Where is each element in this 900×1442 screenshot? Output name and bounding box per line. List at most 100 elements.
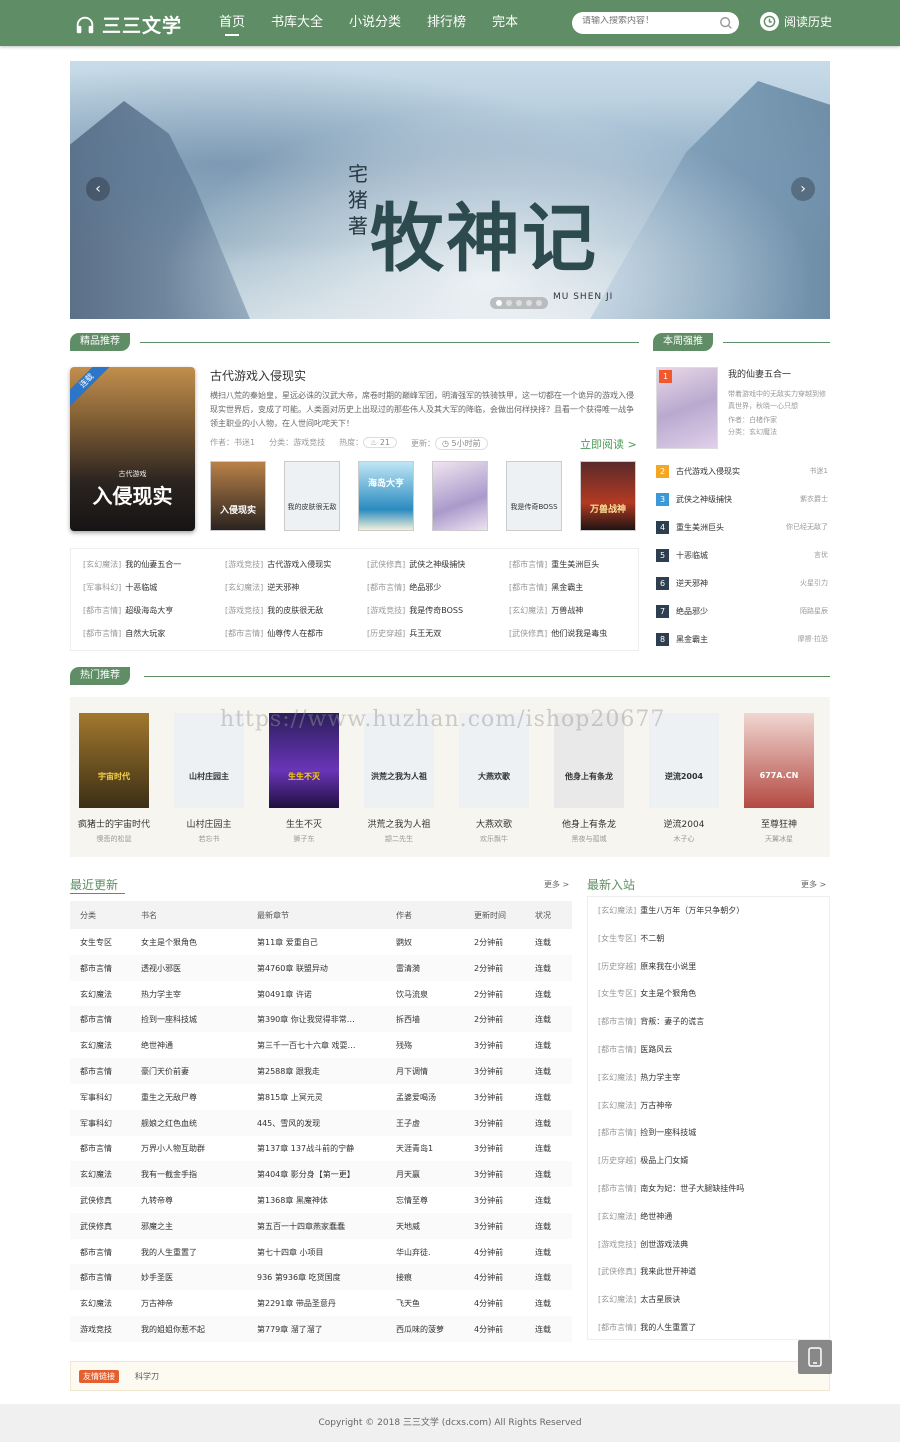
ranking-row[interactable]: 5 十恶临城 言优 xyxy=(656,549,830,563)
list-item[interactable]: [历史穿越] 兵王无双 xyxy=(367,628,509,639)
ranking-row[interactable]: 7 绝品邪少 陌路星辰 xyxy=(656,605,830,619)
ranking-title[interactable]: 逆天邪神 xyxy=(676,578,708,589)
banner-prev-icon[interactable]: ‹ xyxy=(86,177,110,201)
row-book-name[interactable]: 妙手圣医 xyxy=(141,1272,253,1283)
hot-book[interactable]: 山村庄园主 山村庄园主 若忘书 xyxy=(171,713,247,844)
row-latest-chapter[interactable]: 第137章 137战斗前的宁静 xyxy=(257,1143,392,1154)
row-latest-chapter[interactable]: 第404章 影分身【第一更】 xyxy=(257,1169,392,1180)
hot-book-name[interactable]: 逆流2004 xyxy=(646,817,722,830)
latest-item[interactable]: [都市言情] 捡到一座科技城 xyxy=(598,1127,696,1138)
row-latest-chapter[interactable]: 936 第936章 吃货国度 xyxy=(257,1272,392,1283)
featured-book-title[interactable]: 古代游戏入侵现实 xyxy=(210,367,306,384)
latest-more-link[interactable]: 更多 > xyxy=(801,879,826,890)
row-book-name[interactable]: 九转帝尊 xyxy=(141,1195,253,1206)
ranking-row[interactable]: 4 重生美洲巨头 你已经无敌了 xyxy=(656,521,830,535)
book-thumb[interactable] xyxy=(432,461,488,531)
row-book-name[interactable]: 捡到一座科技城 xyxy=(141,1014,253,1025)
list-item-title[interactable]: 兵王无双 xyxy=(409,629,441,638)
list-item[interactable]: [游戏竞技] 古代游戏入侵现实 xyxy=(225,559,367,570)
ranking-title[interactable]: 十恶临城 xyxy=(676,550,708,561)
latest-item[interactable]: [玄幻魔法] 太古星辰诀 xyxy=(598,1294,680,1305)
row-book-name[interactable]: 舰娘之红色血统 xyxy=(141,1118,253,1129)
list-item[interactable]: [都市言情] 自然大玩家 xyxy=(83,628,225,639)
row-book-name[interactable]: 绝世神通 xyxy=(141,1040,253,1051)
latest-item[interactable]: [都市言情] 我的人生重置了 xyxy=(598,1322,696,1333)
hot-book-cover[interactable]: 宇宙时代 xyxy=(79,713,149,808)
latest-item[interactable]: [都市言情] 医路风云 xyxy=(598,1044,672,1055)
latest-item[interactable]: [历史穿越] 极品上门女婿 xyxy=(598,1155,688,1166)
latest-item-title[interactable]: 极品上门女婿 xyxy=(640,1156,688,1165)
list-item-title[interactable]: 万兽战神 xyxy=(551,606,583,615)
nav-library[interactable]: 书库大全 xyxy=(258,0,336,46)
ranking-title[interactable]: 黑金霸主 xyxy=(676,634,708,645)
row-book-name[interactable]: 万古神帝 xyxy=(141,1298,253,1309)
site-logo[interactable]: 三三文学 xyxy=(74,11,182,38)
banner-carousel[interactable]: 宅猪著 牧神记 MU SHEN JI ‹ › xyxy=(70,61,830,319)
latest-item[interactable]: [都市言情] 背叛：妻子的谎言 xyxy=(598,1016,704,1027)
hot-book-name[interactable]: 大燕欢歌 xyxy=(456,817,532,830)
latest-item[interactable]: [玄幻魔法] 热力学主宰 xyxy=(598,1072,680,1083)
row-book-name[interactable]: 女主是个狠角色 xyxy=(141,937,253,948)
row-category[interactable]: 玄幻魔法 xyxy=(80,989,138,1000)
hot-book[interactable]: 677A.CN 至尊狂神 天翼冰星 xyxy=(741,713,817,844)
hot-book[interactable]: 他身上有条龙 他身上有条龙 黑夜与孤城 xyxy=(551,713,627,844)
list-item-title[interactable]: 仙尊传人在都市 xyxy=(267,629,323,638)
row-category[interactable]: 都市言情 xyxy=(80,1143,138,1154)
latest-item-title[interactable]: 不二朝 xyxy=(640,934,664,943)
latest-item[interactable]: [历史穿越] 原来我在小说里 xyxy=(598,961,696,972)
hot-book-name[interactable]: 至尊狂神 xyxy=(741,817,817,830)
latest-item-title[interactable]: 原来我在小说里 xyxy=(640,962,696,971)
row-latest-chapter[interactable]: 第815章 上冥元灵 xyxy=(257,1092,392,1103)
list-item[interactable]: [武侠修真] 他们说我是毒虫 xyxy=(509,628,639,639)
row-book-name[interactable]: 豪门天价前妻 xyxy=(141,1066,253,1077)
row-latest-chapter[interactable]: 第1368章 黑魔神体 xyxy=(257,1195,392,1206)
latest-item[interactable]: [玄幻魔法] 绝世神通 xyxy=(598,1211,672,1222)
latest-item[interactable]: [女生专区] 不二朝 xyxy=(598,933,664,944)
row-category[interactable]: 都市言情 xyxy=(80,1014,138,1025)
list-item-title[interactable]: 逆天邪神 xyxy=(267,583,299,592)
list-item-title[interactable]: 我的仙妻五合一 xyxy=(125,560,181,569)
book-thumb[interactable]: 入侵现实 xyxy=(210,461,266,531)
ranking-title[interactable]: 古代游戏入侵现实 xyxy=(676,466,740,477)
book-thumb[interactable]: 万兽战神 xyxy=(580,461,636,531)
latest-item-title[interactable]: 万古神帝 xyxy=(640,1101,672,1110)
list-item-title[interactable]: 我是传奇BOSS xyxy=(409,606,463,615)
book-thumb[interactable]: 我是传奇BOSS xyxy=(506,461,562,531)
row-category[interactable]: 玄幻魔法 xyxy=(80,1298,138,1309)
row-category[interactable]: 都市言情 xyxy=(80,1066,138,1077)
latest-item-title[interactable]: 热力学主宰 xyxy=(640,1073,680,1082)
list-item-title[interactable]: 武侠之神级捕快 xyxy=(409,560,465,569)
hot-book-cover[interactable]: 677A.CN xyxy=(744,713,814,808)
latest-item[interactable]: [都市言情] 南女为妃：世子大腿缺挂件吗 xyxy=(598,1183,744,1194)
latest-item-title[interactable]: 背叛：妻子的谎言 xyxy=(640,1017,704,1026)
hot-book-name[interactable]: 洪荒之我为人祖 xyxy=(361,817,437,830)
list-item[interactable]: [游戏竞技] 我的皮肤很无敌 xyxy=(225,605,367,616)
row-book-name[interactable]: 邪魔之主 xyxy=(141,1221,253,1232)
list-item[interactable]: [都市言情] 仙尊传人在都市 xyxy=(225,628,367,639)
row-category[interactable]: 武侠修真 xyxy=(80,1195,138,1206)
list-item[interactable]: [游戏竞技] 我是传奇BOSS xyxy=(367,605,509,616)
row-category[interactable]: 都市言情 xyxy=(80,1247,138,1258)
search-icon[interactable] xyxy=(719,16,733,30)
hot-book-name[interactable]: 山村庄园主 xyxy=(171,817,247,830)
list-item-title[interactable]: 超级海岛大亨 xyxy=(125,606,173,615)
nav-categories[interactable]: 小说分类 xyxy=(336,0,414,46)
row-book-name[interactable]: 我的人生重置了 xyxy=(141,1247,253,1258)
latest-item-title[interactable]: 太古星辰诀 xyxy=(640,1295,680,1304)
latest-item[interactable]: [武侠修真] 我来此世开神道 xyxy=(598,1266,696,1277)
list-item[interactable]: [都市言情] 绝品邪少 xyxy=(367,582,509,593)
read-now-link[interactable]: 立即阅读 > xyxy=(580,436,637,452)
list-item-title[interactable]: 古代游戏入侵现实 xyxy=(267,560,331,569)
book-thumb[interactable]: 海岛大亨 xyxy=(358,461,414,531)
row-book-name[interactable]: 万界小人物互助群 xyxy=(141,1143,253,1154)
latest-item-title[interactable]: 医路风云 xyxy=(640,1045,672,1054)
latest-item[interactable]: [玄幻魔法] 万古神帝 xyxy=(598,1100,672,1111)
latest-item-title[interactable]: 我的人生重置了 xyxy=(640,1323,696,1332)
hot-book-name[interactable]: 生生不灭 xyxy=(266,817,342,830)
row-category[interactable]: 游戏竞技 xyxy=(80,1324,138,1335)
row-latest-chapter[interactable]: 第390章 你让我觉得非常… xyxy=(257,1014,392,1025)
list-item[interactable]: [玄幻魔法] 逆天邪神 xyxy=(225,582,367,593)
list-item[interactable]: [都市言情] 重生美洲巨头 xyxy=(509,559,639,570)
ranking-title[interactable]: 绝品邪少 xyxy=(676,606,708,617)
hot-book[interactable]: 生生不灭 生生不灭 狮子东 xyxy=(266,713,342,844)
